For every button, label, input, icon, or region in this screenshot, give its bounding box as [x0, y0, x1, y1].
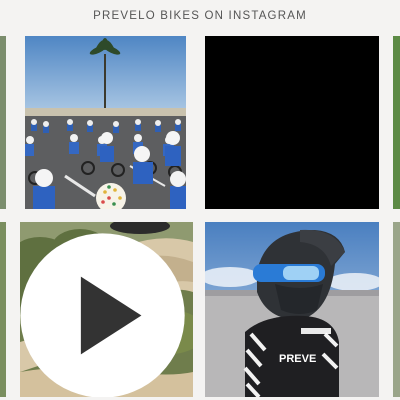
post-tile-3[interactable]	[20, 222, 193, 397]
post-tile-right-partial-2[interactable]	[393, 222, 400, 397]
jersey-text: PREVE	[279, 353, 316, 365]
post-tile-left-partial-1[interactable]	[0, 36, 6, 209]
post-image-kids-riding	[25, 36, 186, 209]
post-tile-1[interactable]	[25, 36, 186, 209]
post-image-black	[205, 36, 379, 209]
post-tile-2[interactable]	[205, 36, 379, 209]
post-image-helmet-kid: PREVE	[205, 222, 379, 397]
post-tile-left-partial-2[interactable]	[0, 222, 6, 397]
post-tile-right-partial-1[interactable]	[393, 36, 400, 209]
post-tile-4[interactable]: PREVE	[205, 222, 379, 397]
feed-title: PREVELO BIKES ON INSTAGRAM	[93, 10, 307, 22]
video-play-icon[interactable]	[20, 228, 189, 397]
